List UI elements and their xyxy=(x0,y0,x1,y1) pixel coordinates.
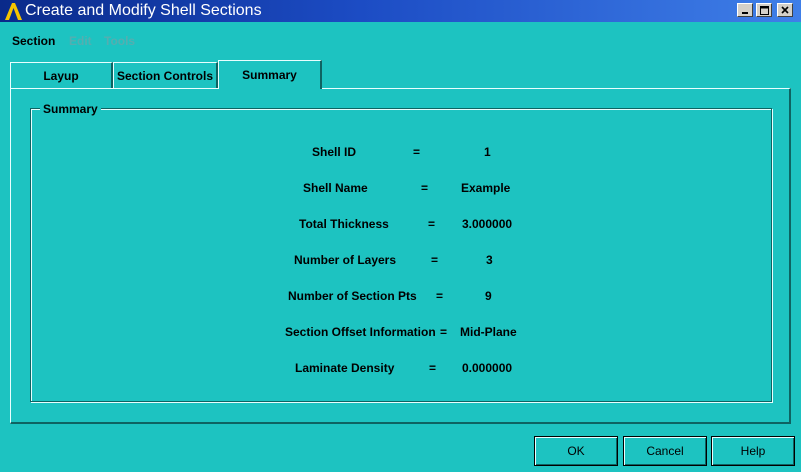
help-button[interactable]: Help xyxy=(711,436,795,466)
menu-edit: Edit xyxy=(69,34,92,48)
row-equals: = xyxy=(436,289,444,303)
ok-button[interactable]: OK xyxy=(534,436,618,466)
maximize-button[interactable] xyxy=(756,3,772,17)
row-equals: = xyxy=(413,145,421,159)
cancel-button[interactable]: Cancel xyxy=(623,436,707,466)
row-label: Number of Section Pts xyxy=(288,289,417,303)
row-value: Example xyxy=(461,181,511,195)
row-label: Number of Layers xyxy=(294,253,397,267)
maximize-icon xyxy=(759,5,769,15)
row-label: Laminate Density xyxy=(295,361,395,375)
row-value: 3 xyxy=(486,253,493,267)
menu-section[interactable]: Section xyxy=(12,34,55,48)
title-bar[interactable]: Create and Modify Shell Sections xyxy=(0,0,801,22)
row-label: Shell ID xyxy=(312,145,357,159)
summary-groupbox xyxy=(30,108,772,402)
ansys-logo-icon xyxy=(5,3,22,20)
help-button-label: Help xyxy=(740,444,766,458)
tab-summary-label: Summary xyxy=(242,68,297,82)
minimize-button[interactable] xyxy=(737,3,753,17)
row-label: Total Thickness xyxy=(299,217,389,231)
window-title: Create and Modify Shell Sections xyxy=(25,2,262,19)
close-icon xyxy=(781,6,789,14)
row-label: Section Offset Information xyxy=(285,325,436,339)
row-equals: = xyxy=(431,253,439,267)
summary-group-title: Summary xyxy=(40,102,101,116)
row-equals: = xyxy=(429,361,437,375)
row-equals: = xyxy=(440,325,448,339)
tab-summary[interactable]: Summary xyxy=(218,60,322,89)
tab-section-controls[interactable]: Section Controls xyxy=(113,62,218,88)
minimize-icon xyxy=(742,12,748,14)
row-value: 1 xyxy=(484,145,491,159)
row-value: Mid-Plane xyxy=(460,325,517,339)
tab-layup-label: Layup xyxy=(43,68,79,83)
row-value: 3.000000 xyxy=(462,217,513,231)
ok-button-label: OK xyxy=(567,444,585,458)
row-value: 9 xyxy=(485,289,492,303)
row-equals: = xyxy=(428,217,436,231)
tab-section-controls-label: Section Controls xyxy=(116,68,213,83)
row-value: 0.000000 xyxy=(462,361,513,375)
menu-tools: Tools xyxy=(104,34,136,48)
tab-layup[interactable]: Layup xyxy=(10,62,113,88)
close-button[interactable] xyxy=(777,3,793,17)
cancel-button-label: Cancel xyxy=(646,444,684,458)
row-equals: = xyxy=(421,181,429,195)
row-label: Shell Name xyxy=(303,181,368,195)
